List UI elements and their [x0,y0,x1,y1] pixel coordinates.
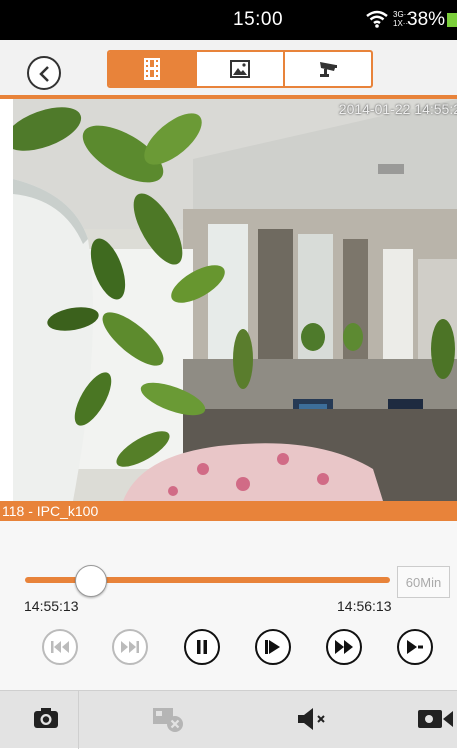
video-frame-image [13,99,457,501]
fast-forward-icon [335,640,353,654]
skip-next-button[interactable] [112,629,148,665]
snapshot-button[interactable] [33,707,59,734]
bottom-toolbar [0,690,457,749]
image-icon [230,60,250,78]
video-player[interactable]: 2014-01-22 14:55:2 [13,99,457,501]
delete-image-button[interactable] [152,707,184,738]
wifi-icon [365,9,389,34]
slow-play-icon [407,640,423,654]
cctv-camera-icon [320,62,337,77]
pause-button[interactable] [184,629,220,665]
volume-mute-icon [298,708,325,730]
progress-thumb[interactable] [74,565,107,597]
video-timestamp: 2014-01-22 14:55:2 [338,101,457,117]
tab-images[interactable] [197,52,285,86]
step-forward-icon [265,640,280,654]
view-mode-tabs [107,50,373,88]
step-forward-button[interactable] [255,629,291,665]
duration-button[interactable]: 60Min [397,566,450,598]
skip-next-icon [121,641,139,653]
top-bar [0,40,457,96]
tab-video[interactable] [109,52,197,86]
film-icon [144,58,160,80]
tab-cameras[interactable] [285,52,371,86]
end-time: 14:56:13 [337,598,392,614]
camera-label: 118 - IPC_k100 [0,501,457,521]
toolbar-divider [78,691,79,749]
pause-icon [197,640,207,654]
image-delete-icon [153,708,183,732]
status-bar: 15:00 3G··· 1X··· 38% [0,0,457,40]
status-time: 15:00 [233,9,284,30]
mute-button[interactable] [296,707,332,736]
skip-previous-button[interactable] [42,629,78,665]
record-button[interactable] [417,707,457,736]
slow-play-button[interactable] [397,629,433,665]
video-camera-icon [418,710,453,728]
battery-icon [447,13,457,27]
start-time: 14:55:13 [24,598,79,614]
skip-previous-icon [51,641,69,653]
fast-forward-button[interactable] [326,629,362,665]
chevron-left-icon [39,66,49,82]
battery-percent: 38% [407,9,446,30]
back-button[interactable] [27,56,61,90]
camera-icon [34,708,58,728]
